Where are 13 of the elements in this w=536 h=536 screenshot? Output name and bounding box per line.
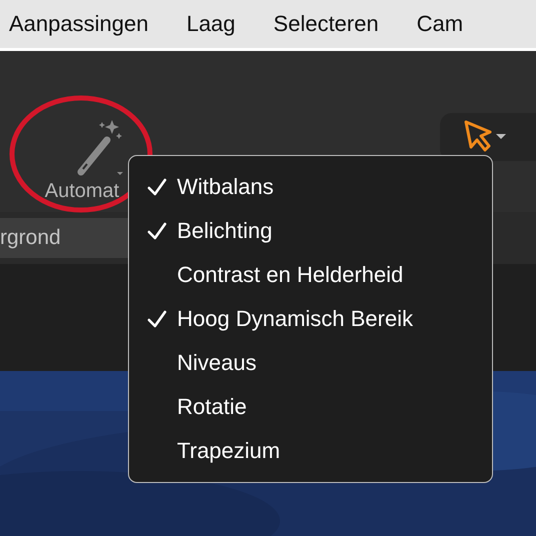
menu-option[interactable]: Belichting: [129, 209, 492, 253]
layer-name-field[interactable]: rgrond: [0, 218, 128, 258]
menu-option[interactable]: Niveaus: [129, 341, 492, 385]
menu-item[interactable]: Aanpassingen: [9, 11, 148, 37]
menu-item[interactable]: Laag: [186, 11, 236, 37]
menu-option[interactable]: Trapezium: [129, 429, 492, 473]
menu-item[interactable]: Cam: [416, 11, 464, 37]
menu-option[interactable]: Witbalans: [129, 165, 492, 209]
menu-option[interactable]: Contrast en Helderheid: [129, 253, 492, 297]
menu-option[interactable]: Hoog Dynamisch Bereik: [129, 297, 492, 341]
menu-item[interactable]: Selecteren: [273, 11, 379, 37]
pointer-tool-button[interactable]: [440, 113, 536, 161]
menu-option[interactable]: Rotatie: [129, 385, 492, 429]
